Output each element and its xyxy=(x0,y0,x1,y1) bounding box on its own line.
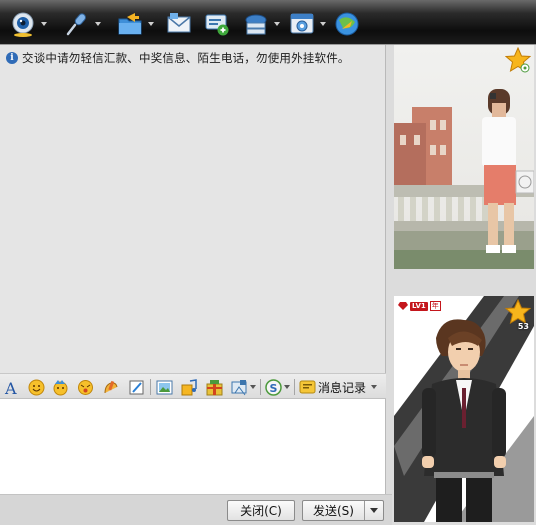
send-button-label: 发送(S) xyxy=(313,504,354,518)
add-contact-icon xyxy=(205,14,229,36)
transfer-file-button[interactable] xyxy=(117,9,154,39)
chevron-down-icon[interactable] xyxy=(95,22,101,26)
mail-icon xyxy=(167,13,191,33)
star-icon[interactable] xyxy=(505,47,531,73)
security-notice: i 交谈中请勿轻信汇款、中奖信息、陌生电话，勿使用外挂软件。 xyxy=(6,50,350,66)
info-icon: i xyxy=(6,52,18,64)
font-icon: A xyxy=(4,379,17,396)
send-options-dropdown[interactable] xyxy=(364,501,383,520)
chevron-down-icon[interactable] xyxy=(371,385,378,389)
share-button[interactable] xyxy=(334,9,360,39)
handwriting-icon xyxy=(129,380,144,394)
music-icon xyxy=(181,378,197,395)
gift-icon xyxy=(206,379,223,395)
nudge-icon xyxy=(78,379,93,395)
chevron-down-icon[interactable] xyxy=(148,22,154,26)
chevron-down-icon xyxy=(370,508,378,513)
send-mail-button[interactable] xyxy=(166,9,192,39)
input-toolbar: A S 消息记录 xyxy=(0,373,386,399)
message-history-button[interactable]: 消息记录 xyxy=(299,378,378,396)
contact-avatar-show[interactable]: LV1 年 53 xyxy=(394,296,534,522)
emoticon-icon xyxy=(28,379,45,395)
handwriting-button[interactable] xyxy=(128,378,145,396)
remote-assist-icon xyxy=(245,14,267,35)
vip-level-badge[interactable]: LV1 年 xyxy=(398,301,441,311)
music-button[interactable] xyxy=(181,378,198,396)
gift-button[interactable] xyxy=(206,378,223,396)
chevron-down-icon[interactable] xyxy=(284,385,290,389)
font-button[interactable]: A xyxy=(4,378,21,396)
message-area[interactable]: i 交谈中请勿轻信汇款、中奖信息、陌生电话，勿使用外挂软件。 xyxy=(0,45,386,373)
payment-button[interactable]: S xyxy=(265,378,290,396)
send-image-button[interactable] xyxy=(156,378,173,396)
avatar-image xyxy=(394,296,534,522)
globe-share-icon xyxy=(335,12,359,36)
contact-photo[interactable] xyxy=(394,45,534,269)
photo-image xyxy=(394,45,534,269)
nudge-button[interactable] xyxy=(77,378,94,396)
webcam-button[interactable] xyxy=(10,9,47,39)
toolbar-divider xyxy=(150,379,151,395)
emoticon-button[interactable] xyxy=(28,378,45,396)
apps-icon xyxy=(290,13,314,34)
close-button[interactable]: 关闭(C) xyxy=(227,500,295,521)
image-icon xyxy=(156,380,173,394)
app-center-button[interactable] xyxy=(289,9,326,39)
magic-emoticon-button[interactable] xyxy=(52,378,69,396)
create-discussion-button[interactable] xyxy=(204,9,230,39)
svg-text:A: A xyxy=(4,379,17,396)
bottom-action-bar: 关闭(C) 发送(S) xyxy=(0,494,392,525)
doodle-icon xyxy=(104,380,118,393)
webcam-icon xyxy=(12,12,34,37)
payment-icon: S xyxy=(265,378,282,396)
chevron-down-icon[interactable] xyxy=(320,22,326,26)
message-history-label: 消息记录 xyxy=(318,380,367,395)
toolbar-divider xyxy=(260,379,261,395)
star-count: 53 xyxy=(517,322,529,331)
folder-transfer-icon xyxy=(118,13,142,35)
svg-text:S: S xyxy=(270,382,278,395)
level-tag: LV1 xyxy=(410,301,428,311)
send-button[interactable]: 发送(S) xyxy=(302,500,384,521)
screenshot-icon xyxy=(231,379,247,395)
chevron-down-icon[interactable] xyxy=(250,385,256,389)
level-year-tag: 年 xyxy=(429,301,441,311)
magic-emoticon-icon xyxy=(53,379,68,395)
top-toolbar xyxy=(0,0,536,45)
message-input[interactable] xyxy=(0,399,386,494)
remote-assist-button[interactable] xyxy=(243,9,280,39)
notice-text: 交谈中请勿轻信汇款、中奖信息、陌生电话，勿使用外挂软件。 xyxy=(22,51,350,65)
chevron-down-icon[interactable] xyxy=(41,22,47,26)
doodle-button[interactable] xyxy=(102,378,119,396)
history-icon xyxy=(299,380,316,393)
voice-button[interactable] xyxy=(64,9,101,39)
toolbar-divider xyxy=(294,379,295,395)
diamond-icon xyxy=(398,302,408,310)
screenshot-button[interactable] xyxy=(231,378,256,396)
microphone-icon xyxy=(66,13,86,36)
chevron-down-icon[interactable] xyxy=(274,22,280,26)
